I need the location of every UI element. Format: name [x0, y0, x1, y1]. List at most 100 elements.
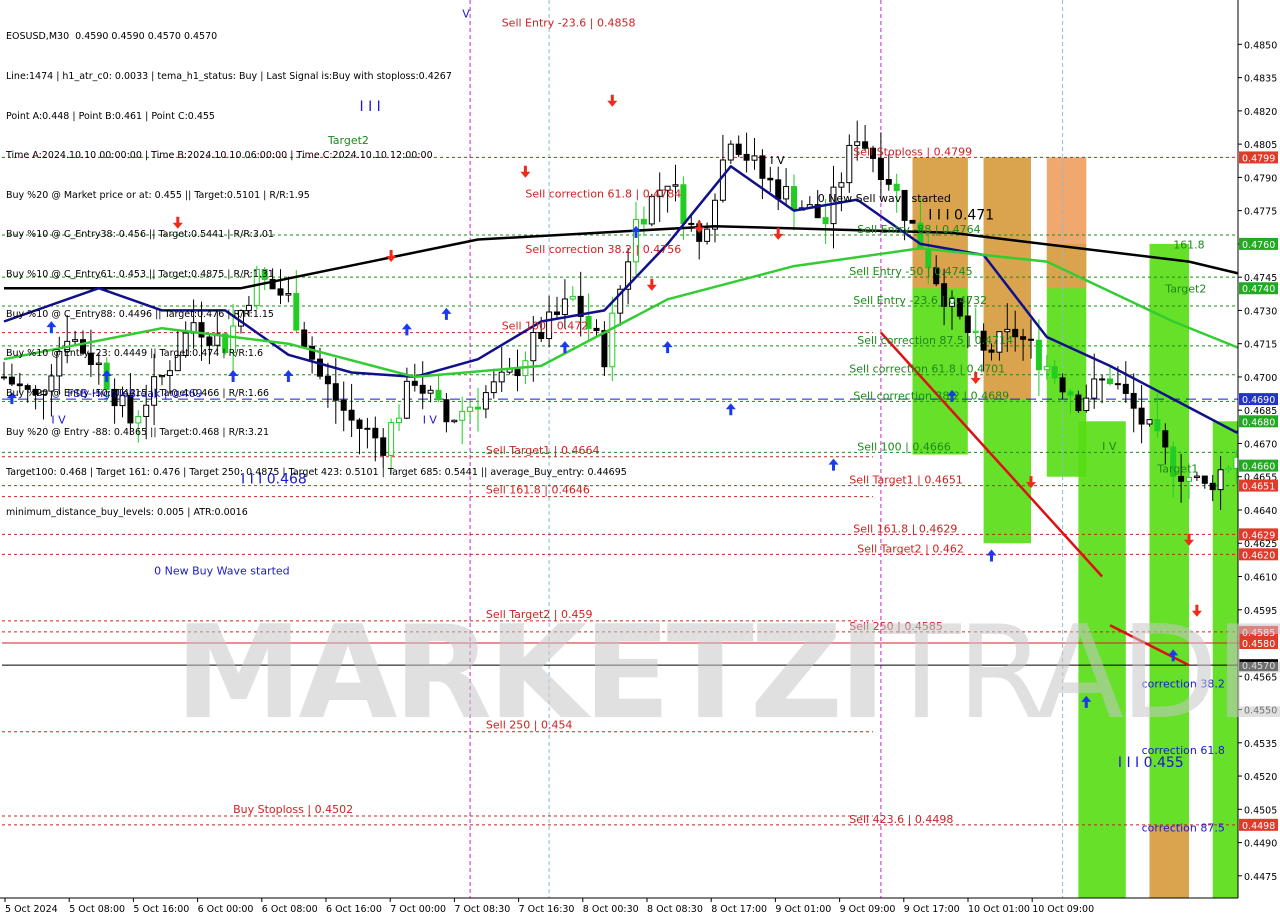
price-tag-label: 0.4690 — [1242, 395, 1275, 406]
x-tick-label: 8 Oct 08:30 — [647, 904, 703, 915]
candle-body — [1075, 394, 1082, 412]
candle-body — [783, 186, 790, 200]
candle-body — [1162, 430, 1169, 448]
y-tick-label: 0.4505 — [1244, 805, 1277, 816]
x-tick-label: 5 Oct 16:00 — [133, 904, 189, 915]
y-tick-label: 0.4700 — [1244, 373, 1277, 384]
candle-body — [1099, 378, 1106, 381]
symbol-line: EOSUSD,M30 0.4590 0.4590 0.4570 0.4570 — [6, 30, 626, 43]
candle-body — [1201, 475, 1208, 484]
level-label: Sell 423.6 | 0.4498 — [849, 813, 953, 826]
price-tag-label: 0.4620 — [1242, 550, 1275, 561]
y-tick-label: 0.4790 — [1244, 173, 1277, 184]
info-line: Point A:0.448 | Point B:0.461 | Point C:… — [6, 110, 215, 122]
indicator-info-panel: EOSUSD,M30 0.4590 0.4590 0.4570 0.4570 L… — [6, 4, 627, 532]
level-label: Sell 100 | 0.4666 — [857, 440, 951, 453]
candle-body — [1028, 338, 1034, 341]
candle-body — [964, 315, 971, 333]
annotation-label: 0 New Sell wave started — [818, 192, 951, 205]
x-tick-label: 6 Oct 16:00 — [326, 904, 382, 915]
level-label: Sell correction 61.8 | 0.4701 — [849, 363, 1005, 376]
candle-body — [1178, 475, 1185, 482]
info-line: Target100: 0.468 | Target 161: 0.476 | T… — [6, 466, 627, 478]
x-tick-label: 8 Oct 17:00 — [711, 904, 767, 915]
candle-body — [1138, 407, 1145, 425]
candle-body — [791, 186, 797, 211]
candle-body — [680, 184, 687, 224]
annotation-label: Target2 — [1164, 283, 1206, 296]
x-tick-label: 9 Oct 17:00 — [904, 904, 960, 915]
candle-body — [1051, 366, 1058, 379]
price-tag-label: 0.4629 — [1242, 530, 1275, 541]
level-label: Sell Entry -50 | 0.4745 — [849, 265, 972, 278]
candle-body — [1146, 419, 1153, 425]
y-tick-label: 0.4670 — [1244, 439, 1277, 450]
candle-body — [1209, 482, 1216, 491]
candle-body — [846, 144, 853, 184]
old-level-label: Buy Stoploss | 0.4502 — [233, 803, 353, 816]
x-tick-label: 8 Oct 00:30 — [583, 904, 639, 915]
x-tick-label: 9 Oct 01:00 — [775, 904, 831, 915]
candle-body — [893, 183, 900, 191]
annotation-label: I I I 0.471 — [928, 208, 994, 224]
info-line: Buy %10 @ Entry -23: 0.4449 || Target:0.… — [6, 348, 263, 360]
price-tag-label: 0.4651 — [1242, 482, 1275, 493]
candle-body — [648, 195, 655, 225]
y-tick-label: 0.4805 — [1244, 140, 1277, 151]
watermark-bold: MARKETZI — [175, 599, 886, 748]
y-tick-label: 0.4820 — [1244, 107, 1277, 118]
y-tick-label: 0.4520 — [1244, 772, 1277, 783]
candle-body — [1020, 336, 1027, 340]
zone-green — [1149, 243, 1189, 898]
price-tag-label: 0.4760 — [1242, 240, 1275, 251]
x-tick-label: 9 Oct 09:00 — [840, 904, 896, 915]
candle-body — [1193, 475, 1200, 478]
annotation-label: I V — [770, 154, 785, 167]
candle-body — [972, 330, 979, 333]
level-label: Sell correction 38.2 | 0.4689 — [853, 389, 1009, 402]
info-line: Buy %10 @ C_Entry38: 0.456 || Target:0.5… — [6, 229, 274, 241]
candle-body — [1035, 339, 1042, 371]
candle-body — [767, 177, 774, 181]
level-label: Sell Stoploss | 0.4799 — [853, 145, 972, 158]
candle-body — [1067, 391, 1074, 396]
y-tick-label: 0.4775 — [1244, 207, 1277, 218]
level-label: Sell Entry -23.6 | 0.4732 — [853, 294, 987, 307]
price-tag-label: 0.4799 — [1242, 153, 1275, 164]
info-line: Time A:2024.10.10 00:00:00 | Time B:2024… — [6, 150, 433, 162]
info-line: Buy %20 @ Market price or at: 0.455 || T… — [6, 189, 310, 201]
price-tag-label: 0.4740 — [1242, 284, 1275, 295]
candle-body — [712, 199, 718, 230]
candle-body — [1130, 392, 1137, 409]
level-label: Sell correction 87.5 | 0.4714 — [857, 334, 1013, 347]
candle-body — [688, 222, 695, 225]
candle-body — [1043, 366, 1050, 371]
watermark-logo: MARKETZITRADE — [175, 610, 1280, 738]
x-tick-label: 10 Oct 01:00 — [968, 904, 1030, 915]
info-line: Buy %20 @ Entry -50: 0.4415 || Target:0.… — [6, 387, 270, 399]
level-label: Sell Entry -88 | 0.4764 — [857, 223, 980, 236]
info-line: minimum_distance_buy_levels: 0.005 | ATR… — [6, 506, 248, 518]
candle-body — [1012, 328, 1019, 338]
ohlc-values: 0.4590 0.4590 0.4570 0.4570 — [75, 31, 218, 43]
price-tag-label: 0.4660 — [1242, 462, 1275, 473]
x-tick-label: 7 Oct 16:30 — [519, 904, 575, 915]
price-tag-label: 0.4498 — [1242, 821, 1275, 832]
y-tick-label: 0.4835 — [1244, 74, 1277, 85]
candle-body — [775, 179, 782, 200]
watermark-light: TRADE — [882, 599, 1280, 748]
candle-body — [1004, 328, 1011, 333]
info-line: Buy %20 @ Entry -88: 0.4365 || Target:0.… — [6, 427, 270, 439]
y-tick-label: 0.4475 — [1244, 872, 1277, 883]
candle-body — [759, 155, 766, 179]
x-tick-label: 7 Oct 08:30 — [454, 904, 510, 915]
candle-body — [1122, 383, 1129, 394]
candle-body — [1217, 469, 1224, 491]
annotation-label: 0 New Buy Wave started — [154, 564, 290, 577]
zone-orange — [1046, 157, 1087, 289]
y-tick-label: 0.4715 — [1244, 340, 1277, 351]
candle-body — [877, 157, 884, 181]
info-line: Buy %10 @ C_Entry88: 0.4496 || Target:0.… — [6, 308, 274, 320]
candle-body — [1107, 378, 1113, 385]
annotation-label: 161.8 — [1173, 238, 1205, 251]
